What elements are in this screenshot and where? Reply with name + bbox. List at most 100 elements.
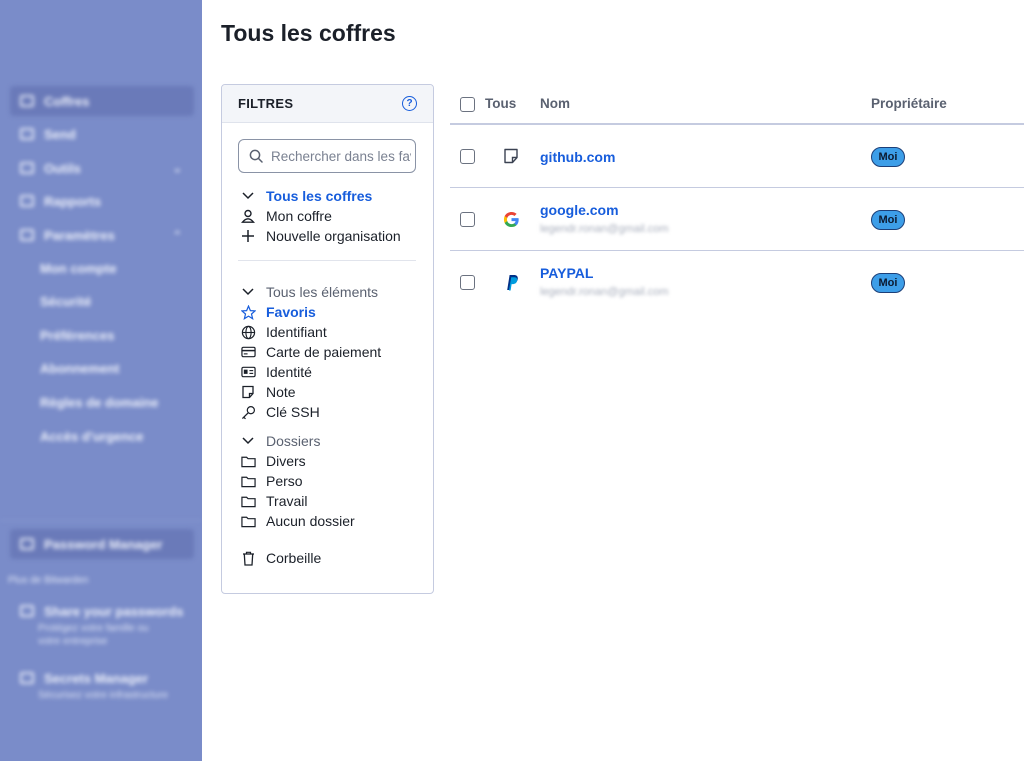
filter-note[interactable]: Note: [240, 382, 296, 402]
reports-icon: [20, 195, 34, 207]
note-icon: [502, 147, 520, 165]
column-all[interactable]: Tous: [485, 96, 516, 111]
sidebar-item-vaults[interactable]: Coffres: [10, 86, 194, 116]
help-icon[interactable]: ?: [402, 96, 417, 111]
gear-icon: [20, 229, 34, 241]
folder-label: Divers: [266, 453, 306, 469]
item-name-link[interactable]: PAYPAL: [540, 265, 593, 281]
owner-badge: Moi: [871, 273, 905, 293]
sidebar-product-switcher[interactable]: Password Manager: [10, 529, 194, 559]
chevron-up-icon: ⌃: [172, 229, 182, 242]
share-icon: [20, 605, 34, 617]
plus-icon: [240, 228, 256, 244]
folder-icon: [240, 453, 256, 469]
item-username: legendr.ronan@gmail.com: [540, 286, 669, 298]
folder-icon: [240, 493, 256, 509]
filter-label: Dossiers: [266, 433, 321, 449]
folder-divers[interactable]: Divers: [240, 451, 306, 471]
tools-icon: [20, 162, 34, 174]
sidebar-promo-desc: Sécurisez votre infrastructure: [38, 690, 169, 701]
filter-label: Tous les coffres: [266, 188, 373, 204]
folder-label: Aucun dossier: [266, 513, 355, 529]
filter-ssh-key[interactable]: Clé SSH: [240, 402, 320, 422]
sidebar-promo-title: Share your passwords: [44, 603, 184, 619]
filter-label: Corbeille: [266, 550, 322, 566]
row-checkbox[interactable]: [460, 149, 475, 164]
sidebar-sub-emergency-access[interactable]: Accès d'urgence: [40, 429, 144, 444]
note-icon: [240, 384, 256, 400]
column-owner[interactable]: Propriétaire: [871, 96, 947, 111]
filter-favorites[interactable]: Favoris: [240, 302, 316, 322]
send-icon: [20, 128, 34, 140]
filters-panel: FILTRES ? Tous les coffres Mon coffre No…: [221, 84, 434, 594]
shield-icon: [20, 538, 34, 550]
filter-label: Tous les éléments: [266, 284, 379, 300]
chevron-down-icon: [240, 188, 256, 204]
filter-all-vaults[interactable]: Tous les coffres: [240, 186, 372, 206]
filter-label: Favoris: [266, 304, 316, 320]
paypal-icon: [502, 273, 520, 291]
filter-all-items[interactable]: Tous les éléments: [240, 282, 378, 302]
sidebar-item-reports[interactable]: Rapports: [10, 186, 194, 216]
secrets-icon: [20, 672, 34, 684]
filter-label: Carte de paiement: [266, 344, 382, 360]
column-name[interactable]: Nom: [540, 96, 570, 111]
sidebar-more-label: Plus de Bitwarden: [8, 575, 89, 586]
filter-new-organization[interactable]: Nouvelle organisation: [240, 226, 401, 246]
search-input[interactable]: [271, 148, 411, 164]
sidebar-item-label: Coffres: [44, 93, 90, 109]
folder-none[interactable]: Aucun dossier: [240, 511, 355, 531]
filter-label: Nouvelle organisation: [266, 228, 401, 244]
folder-label: Perso: [266, 473, 303, 489]
search-icon: [249, 149, 263, 163]
sidebar-item-settings[interactable]: Paramètres ⌃: [10, 220, 194, 250]
item-name-link[interactable]: github.com: [540, 149, 615, 165]
table-row[interactable]: github.com Moi: [450, 125, 1024, 188]
search-box[interactable]: [238, 139, 416, 173]
trash-icon: [240, 550, 256, 566]
sidebar: Coffres Send Outils ⌄ Rapports Paramètre…: [0, 0, 202, 761]
filters-divider: [238, 260, 416, 261]
sidebar-item-label: Outils: [44, 160, 81, 176]
item-name-link[interactable]: google.com: [540, 202, 619, 218]
owner-badge: Moi: [871, 210, 905, 230]
key-icon: [240, 404, 256, 420]
star-icon: [240, 304, 256, 320]
filter-my-vault[interactable]: Mon coffre: [240, 206, 332, 226]
sidebar-sub-security[interactable]: Sécurité: [40, 294, 91, 309]
folder-icon: [240, 473, 256, 489]
select-all-checkbox[interactable]: [460, 97, 475, 112]
chevron-down-icon: [240, 284, 256, 300]
folder-perso[interactable]: Perso: [240, 471, 303, 491]
sidebar-item-tools[interactable]: Outils ⌄: [10, 153, 194, 183]
sidebar-sub-subscription[interactable]: Abonnement: [40, 361, 119, 376]
filter-label: Clé SSH: [266, 404, 320, 420]
credit-card-icon: [240, 344, 256, 360]
filter-label: Mon coffre: [266, 208, 332, 224]
filters-title: FILTRES: [238, 96, 294, 111]
sidebar-sub-account[interactable]: Mon compte: [40, 261, 117, 276]
sidebar-sub-domain-rules[interactable]: Règles de domaine: [40, 395, 158, 410]
item-username: legendr.ronan@gmail.com: [540, 223, 669, 235]
sidebar-promo-desc: Protégez votre famille ou votre entrepri…: [38, 623, 149, 647]
filter-trash[interactable]: Corbeille: [240, 548, 321, 568]
row-checkbox[interactable]: [460, 275, 475, 290]
filter-label: Identité: [266, 364, 312, 380]
sidebar-promo-title: Secrets Manager: [44, 670, 149, 686]
filter-card[interactable]: Carte de paiement: [240, 342, 381, 362]
filter-folders[interactable]: Dossiers: [240, 431, 320, 451]
filter-label: Note: [266, 384, 296, 400]
folder-travail[interactable]: Travail: [240, 491, 308, 511]
user-icon: [240, 208, 256, 224]
table-row[interactable]: google.com legendr.ronan@gmail.com Moi: [450, 188, 1024, 251]
filter-login[interactable]: Identifiant: [240, 322, 327, 342]
table-row[interactable]: PAYPAL legendr.ronan@gmail.com Moi: [450, 251, 1024, 314]
sidebar-divider: [0, 520, 202, 521]
filters-header: FILTRES ?: [222, 85, 433, 123]
sidebar-item-send[interactable]: Send: [10, 119, 194, 149]
filter-identity[interactable]: Identité: [240, 362, 312, 382]
id-card-icon: [240, 364, 256, 380]
sidebar-sub-preferences[interactable]: Préférences: [40, 328, 114, 343]
page-title: Tous les coffres: [221, 20, 396, 46]
row-checkbox[interactable]: [460, 212, 475, 227]
